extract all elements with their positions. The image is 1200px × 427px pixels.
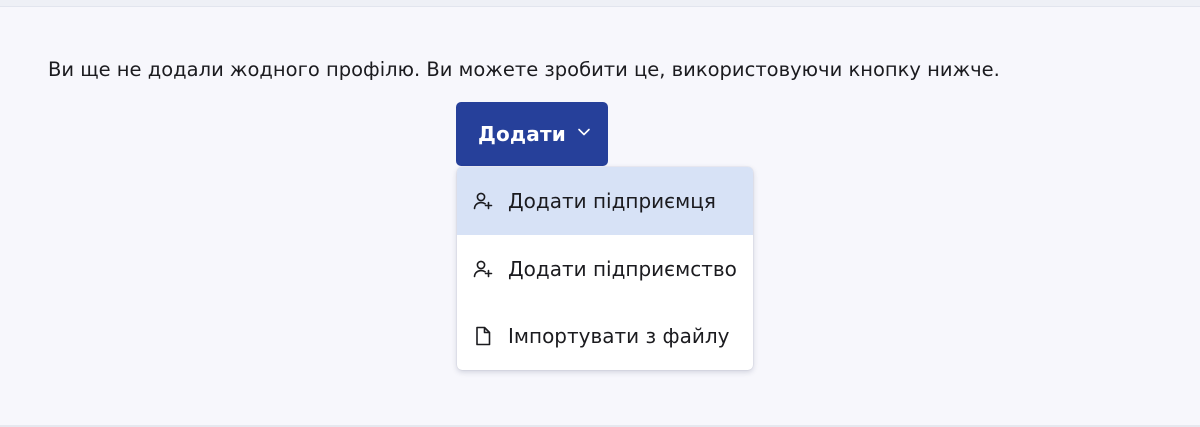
menu-item-label: Додати підприємця [508,189,716,213]
add-button-label: Додати [477,122,566,146]
user-plus-icon [473,260,493,278]
add-dropdown-button[interactable]: Додати [456,102,608,166]
menu-item-add-entrepreneur[interactable]: Додати підприємця [457,167,753,235]
chevron-down-icon [578,128,590,136]
file-icon [476,326,491,346]
menu-item-label: Додати підприємство [508,257,737,281]
user-plus-icon [473,192,493,210]
menu-item-import-from-file[interactable]: Імпортувати з файлу [457,302,753,370]
menu-item-label: Імпортувати з файлу [508,324,730,348]
empty-state-message: Ви ще не додали жодного профілю. Ви може… [48,58,1000,81]
header-divider [0,0,1200,7]
add-dropdown-menu: Додати підприємця Додати підприємство Ім… [457,167,753,370]
menu-item-add-company[interactable]: Додати підприємство [457,235,753,303]
